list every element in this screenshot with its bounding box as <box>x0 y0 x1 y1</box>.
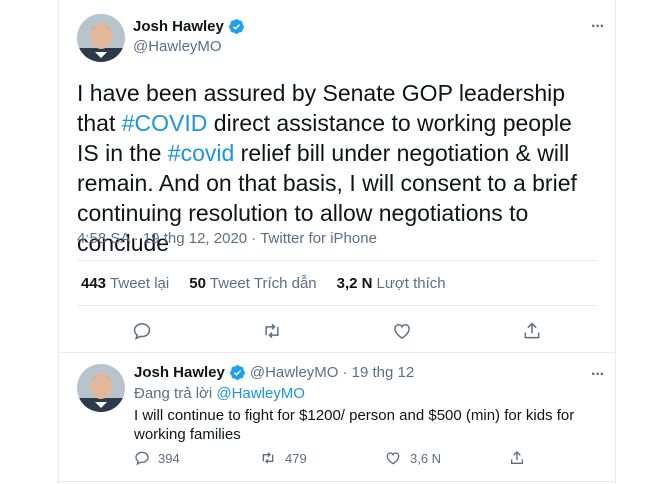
verified-badge-icon <box>228 18 245 35</box>
reply-icon <box>135 451 149 466</box>
more-icon[interactable]: ··· <box>591 18 605 36</box>
like-count: 3,6 N <box>410 450 442 466</box>
reply-tweet-text: I will continue to fight for $1200/ pers… <box>134 407 575 443</box>
more-icon[interactable]: ··· <box>591 366 605 384</box>
reply-author-row: Josh Hawley @HawleyMO · 19 thg 12 <box>134 364 414 381</box>
reply-actions: 394 479 3,6 N <box>134 450 634 466</box>
replying-to: Đang trả lời @HawleyMO <box>134 385 305 402</box>
reply-icon[interactable] <box>129 318 155 344</box>
avatar[interactable] <box>77 14 125 62</box>
avatar-image <box>77 364 125 412</box>
tweet-timestamp[interactable]: 4:58 SA · 19 thg 12, 2020 · Twitter for … <box>77 230 377 247</box>
share-icon[interactable] <box>519 318 545 344</box>
divider <box>77 305 597 306</box>
like-icon <box>386 452 400 465</box>
hashtag-link[interactable]: #COVID <box>122 110 208 136</box>
retweets-stat[interactable]: 443 Tweet lại <box>81 275 169 292</box>
replying-to-handle-link[interactable]: @HawleyMO <box>216 385 305 402</box>
divider <box>77 260 597 261</box>
avatar-image <box>77 14 125 62</box>
author-row: Josh Hawley <box>133 18 245 35</box>
share-icon <box>511 451 523 464</box>
retweet-action[interactable]: 479 <box>259 450 384 466</box>
reply-author-name[interactable]: Josh Hawley <box>134 364 225 381</box>
verified-badge-icon <box>229 364 246 381</box>
tweet-stats: 443 Tweet lại 50 Tweet Trích dẫn 3,2 N Lượt… <box>81 275 446 292</box>
reply-avatar[interactable] <box>77 364 125 412</box>
like-icon[interactable] <box>389 318 415 344</box>
tweet-thread: Josh Hawley @HawleyMO ··· I have been as… <box>58 0 616 484</box>
hashtag-link[interactable]: #covid <box>168 140 234 166</box>
share-action[interactable] <box>509 450 634 466</box>
tweet-actions <box>77 318 597 344</box>
thread-separator <box>59 481 615 482</box>
reply-author-handle[interactable]: @HawleyMO <box>250 364 339 381</box>
reply-date[interactable]: · 19 thg 12 <box>342 364 414 381</box>
author-handle[interactable]: @HawleyMO <box>133 38 222 55</box>
quotes-stat[interactable]: 50 Tweet Trích dẫn <box>189 275 316 292</box>
like-action[interactable]: 3,6 N <box>384 450 509 466</box>
reply-action[interactable]: 394 <box>134 450 259 466</box>
retweet-icon <box>262 452 274 464</box>
likes-stat[interactable]: 3,2 N Lượt thích <box>337 275 446 292</box>
retweet-icon[interactable] <box>259 318 285 344</box>
author-name[interactable]: Josh Hawley <box>133 18 224 35</box>
reply-count: 394 <box>158 450 180 466</box>
thread-separator <box>59 352 615 353</box>
retweet-count: 479 <box>285 450 307 466</box>
